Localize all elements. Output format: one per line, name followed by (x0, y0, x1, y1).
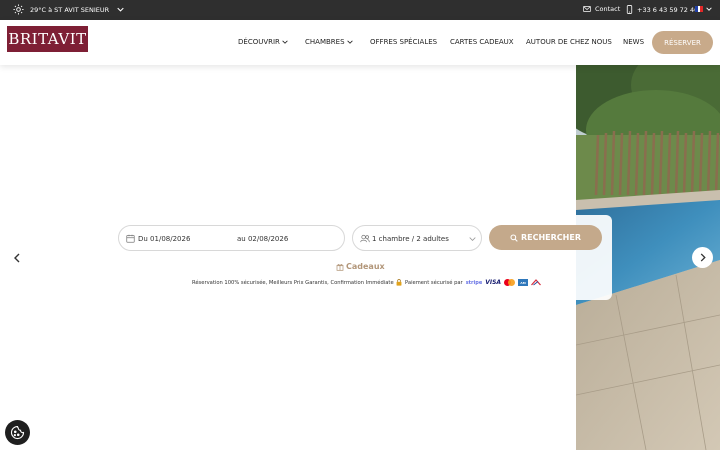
chevron-down-icon (706, 7, 712, 11)
secure-booking-text: Réservation 100% sécurisée, Meilleurs Pr… (192, 280, 394, 286)
nav-label: NEWS (623, 38, 645, 46)
nav-label: DÉCOUVRIR (238, 38, 280, 46)
hero-section: Du 01/08/2026 au 02/08/2026 1 chambre / … (0, 65, 720, 450)
phone-number: +33 6 43 59 72 46 (637, 5, 699, 14)
search-button[interactable]: RECHERCHER (489, 225, 602, 250)
contact-label: Contact (595, 5, 621, 13)
nav-label: OFFRES SPÉCIALES (370, 38, 438, 46)
weather-text: 29°C à ST AVIT SENIEUR (30, 5, 110, 14)
search-icon (510, 233, 518, 242)
nav-item-cartes-cadeaux[interactable]: CARTES CADEAUX (450, 38, 514, 46)
chevron-left-icon (14, 253, 20, 263)
check-out-date[interactable]: au 02/08/2026 (237, 235, 288, 243)
chevron-down-icon (117, 7, 124, 12)
lock-icon (396, 279, 402, 286)
visa-logo: VISA (485, 279, 502, 286)
slider-next-button[interactable] (692, 247, 713, 268)
cookie-settings-button[interactable] (5, 420, 30, 445)
nav-label: CHAMBRES (305, 38, 345, 46)
mastercard-icon (504, 279, 516, 286)
chevron-right-icon (700, 253, 706, 262)
slider-prev-button[interactable] (11, 251, 23, 265)
chevron-down-icon (469, 237, 476, 241)
nav-item-news[interactable]: NEWS (623, 38, 644, 46)
french-flag-icon (695, 6, 704, 12)
main-header: BRITAVIT DÉCOUVRIR CHAMBRES OFFRES SPÉCI… (0, 20, 720, 65)
top-bar: 29°C à ST AVIT SENIEUR Contact +33 6 43 … (0, 0, 720, 20)
secure-payment: Paiement sécurisé par stripe VISA AM (396, 279, 542, 286)
date-range-picker[interactable]: Du 01/08/2026 au 02/08/2026 (118, 225, 345, 251)
nav-item-chambres[interactable]: CHAMBRES (305, 38, 353, 46)
guests-icon (360, 234, 370, 243)
ancv-icon (531, 279, 542, 286)
cookie-icon (10, 425, 25, 440)
weather-widget[interactable]: 29°C à ST AVIT SENIEUR (13, 4, 124, 15)
reserve-label: RÉSERVER (664, 38, 701, 47)
language-selector[interactable] (695, 6, 712, 12)
contact-link[interactable]: Contact (583, 5, 620, 13)
nav-label: CARTES CADEAUX (450, 38, 514, 46)
mail-icon (583, 6, 591, 12)
check-in-date[interactable]: Du 01/08/2026 (138, 235, 190, 243)
mobile-phone-icon (626, 5, 633, 14)
britavit-logo[interactable]: BRITAVIT (7, 26, 88, 52)
gift-icon (336, 263, 344, 271)
reserve-button[interactable]: RÉSERVER (652, 31, 713, 54)
gift-cards-link[interactable]: Cadeaux (336, 262, 385, 271)
rooms-guests-selector[interactable]: 1 chambre / 2 adultes (352, 225, 482, 251)
stripe-logo: stripe (465, 279, 483, 286)
logo-text: BRITAVIT (8, 30, 87, 48)
sun-icon (13, 4, 24, 15)
calendar-icon (126, 234, 135, 243)
payment-text: Paiement sécurisé par (405, 279, 463, 286)
chevron-down-icon (282, 40, 288, 44)
nav-item-offres-speciales[interactable]: OFFRES SPÉCIALES (370, 38, 437, 46)
phone-link[interactable]: +33 6 43 59 72 46 (626, 5, 698, 14)
nav-item-decouvrir[interactable]: DÉCOUVRIR (238, 38, 288, 46)
chevron-down-icon (346, 40, 353, 44)
gifts-label: Cadeaux (346, 262, 385, 271)
nav-label: AUTOUR DE CHEZ NOUS (526, 38, 612, 46)
nav-item-autour-de-chez-nous[interactable]: AUTOUR DE CHEZ NOUS (526, 38, 612, 46)
amex-icon: AM (518, 279, 529, 286)
rooms-guests-value: 1 chambre / 2 adultes (372, 235, 449, 243)
search-label: RECHERCHER (520, 233, 581, 242)
flag-stripe-red (700, 6, 704, 12)
mastercard-yellow-circle (508, 279, 516, 286)
